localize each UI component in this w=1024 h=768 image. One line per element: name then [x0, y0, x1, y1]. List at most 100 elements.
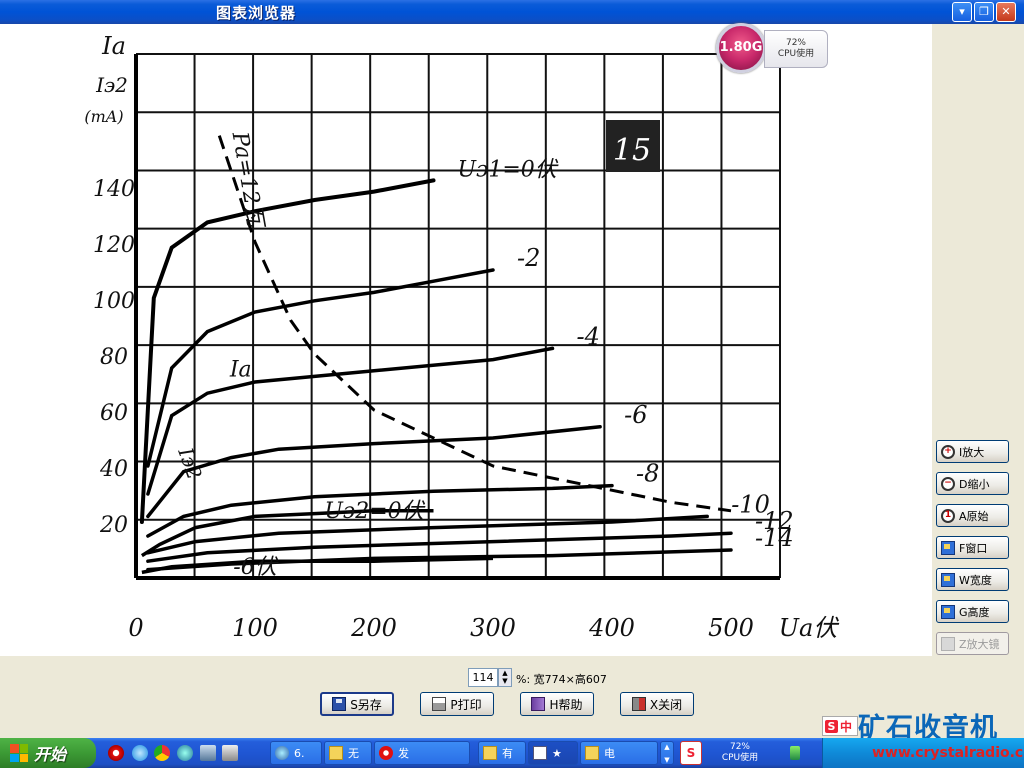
network-icon[interactable] — [177, 745, 193, 761]
chrome-icon[interactable] — [154, 745, 170, 761]
y-tick-label: 80 — [100, 345, 128, 370]
title-bar[interactable]: 图表浏览器 ▾ ❐ ✕ — [0, 0, 1024, 24]
help-button[interactable]: H帮助 — [520, 692, 594, 716]
start-label: 开始 — [34, 745, 67, 764]
actual-size-button[interactable]: 1 A原始 — [936, 504, 1009, 527]
fit-window-label: F窗口 — [959, 541, 988, 555]
document-icon — [533, 746, 547, 760]
actual-size-label: A原始 — [959, 509, 989, 523]
x-tick-label: 200 — [350, 614, 397, 642]
annotation-ia: Ia — [229, 357, 252, 382]
fit-height-button[interactable]: G高度 — [936, 600, 1009, 623]
series-line-2 — [146, 346, 555, 496]
zoom-out-button[interactable]: − D缩小 — [936, 472, 1009, 495]
settings-icon[interactable] — [222, 745, 238, 761]
series-label-3: -6 — [624, 401, 647, 429]
zoom-in-button[interactable]: + I放大 — [936, 440, 1009, 463]
print-button[interactable]: P打印 — [420, 692, 494, 716]
recycle-icon[interactable] — [200, 745, 216, 761]
cpu-usage-label: CPU使用 — [777, 49, 815, 59]
window-title: 图表浏览器 — [216, 4, 297, 22]
cpu-frequency-badge[interactable]: 1.80G — [716, 23, 766, 73]
restore-button[interactable]: ❐ — [974, 2, 994, 22]
series-line-1 — [146, 268, 495, 468]
opera-icon — [379, 746, 393, 760]
taskbar-item-2-label: 无 — [348, 747, 359, 760]
sogou-icon: S — [825, 719, 838, 733]
taskbar-item-1[interactable]: 6. — [270, 741, 322, 765]
exit-door-icon — [631, 697, 646, 711]
zoom-percent-input[interactable]: 114 — [468, 668, 498, 687]
zoom-out-label: D缩小 — [959, 477, 990, 491]
close-button[interactable]: X关闭 — [620, 692, 694, 716]
series-label-7: -14 — [755, 524, 794, 552]
taskbar-item-5[interactable]: ★ — [528, 741, 578, 765]
folder-icon — [585, 746, 599, 760]
y-tick-label: 60 — [100, 401, 128, 426]
taskbar-item-3[interactable]: 发 — [374, 741, 470, 765]
y-axis-label-unit: (mA) — [84, 107, 123, 126]
series-label-4: -8 — [636, 460, 659, 488]
taskbar-item-1-label: 6. — [294, 746, 305, 760]
help-book-icon — [531, 697, 546, 711]
magnifier-button[interactable]: Z放大镜 — [936, 632, 1009, 655]
series-label-1: -2 — [517, 244, 540, 272]
magnifier-icon — [941, 636, 955, 651]
y-tick-label: 120 — [93, 233, 135, 258]
image-size-info: %: 宽774×高607 — [516, 673, 607, 686]
save-as-label: S另存 — [350, 697, 382, 712]
browser-icon[interactable] — [132, 745, 148, 761]
help-label: H帮助 — [549, 697, 583, 712]
battery-icon[interactable] — [790, 746, 800, 760]
taskbar-item-4-label: 有 — [502, 747, 513, 760]
floppy-disk-icon — [332, 697, 347, 711]
magnifier-label: Z放大镜 — [959, 637, 1000, 651]
x-tick-label: 300 — [470, 614, 516, 642]
tube-characteristic-chart: 0 100 200 300 400 500 20 40 60 80 100 120 140 Ua伏 Ia Iэ… — [84, 32, 840, 642]
sogou-taskbar-icon[interactable]: S — [680, 741, 702, 765]
taskbar-item-4[interactable]: 有 — [478, 741, 526, 765]
taskbar-item-6[interactable]: 电 — [580, 741, 658, 765]
actual-size-icon: 1 — [941, 508, 955, 523]
tray-cpu-label: CPU使用 — [721, 753, 759, 763]
folder-icon — [483, 746, 497, 760]
fit-width-label: W宽度 — [959, 573, 992, 587]
save-as-button[interactable]: S另存 — [320, 692, 394, 716]
spinner-down-icon[interactable]: ▼ — [499, 677, 511, 685]
y-axis-label-ie2: Iэ2 — [95, 73, 128, 97]
taskbar-scroll[interactable]: ▲ ▼ — [660, 741, 674, 765]
taskbar-item-3-label: 发 — [398, 747, 409, 760]
minimize-button[interactable]: ▾ — [952, 2, 972, 22]
zoom-out-icon: − — [941, 476, 955, 491]
y-tick-label: 100 — [93, 289, 135, 314]
screen-series-label-1: -6伏 — [233, 555, 278, 580]
series-label-2: -4 — [577, 322, 600, 350]
zoom-spinner[interactable]: ▲ ▼ — [498, 668, 512, 687]
taskbar-item-6-label: 电 — [604, 747, 615, 760]
opera-icon[interactable] — [108, 745, 124, 761]
tray-cpu-value: 72% — [729, 742, 750, 752]
spinner-up-icon[interactable]: ▲ — [499, 669, 511, 677]
globe-icon — [275, 746, 289, 760]
cpu-usage-panel: 72% CPU使用 — [764, 30, 828, 68]
fit-width-icon — [941, 572, 955, 587]
start-button[interactable]: 开始 — [0, 738, 96, 768]
zoom-in-icon: + — [941, 444, 955, 459]
scroll-up-icon[interactable]: ▲ — [664, 743, 669, 751]
x-tick-label: 100 — [232, 614, 278, 642]
y-tick-label: 140 — [93, 177, 135, 202]
scroll-down-icon[interactable]: ▼ — [664, 756, 669, 764]
series-label-0: Uэ1=0伏 — [458, 157, 559, 182]
ime-mode: 中 — [840, 719, 853, 734]
fit-window-button[interactable]: F窗口 — [936, 536, 1009, 559]
fit-height-label: G高度 — [959, 605, 990, 619]
image-viewport[interactable]: 0 100 200 300 400 500 20 40 60 80 100 120 140 Ua伏 Ia Iэ… — [0, 24, 932, 656]
sogou-logo-icon: S — [686, 746, 696, 760]
page-number-label: 15 — [613, 133, 651, 168]
fit-width-button[interactable]: W宽度 — [936, 568, 1009, 591]
close-window-button[interactable]: ✕ — [996, 2, 1016, 22]
print-label: P打印 — [450, 697, 482, 712]
taskbar-item-2[interactable]: 无 — [324, 741, 372, 765]
screen-series-label-0: Uэ2=0伏 — [324, 499, 425, 524]
ime-indicator[interactable]: S 中 — [822, 716, 858, 736]
